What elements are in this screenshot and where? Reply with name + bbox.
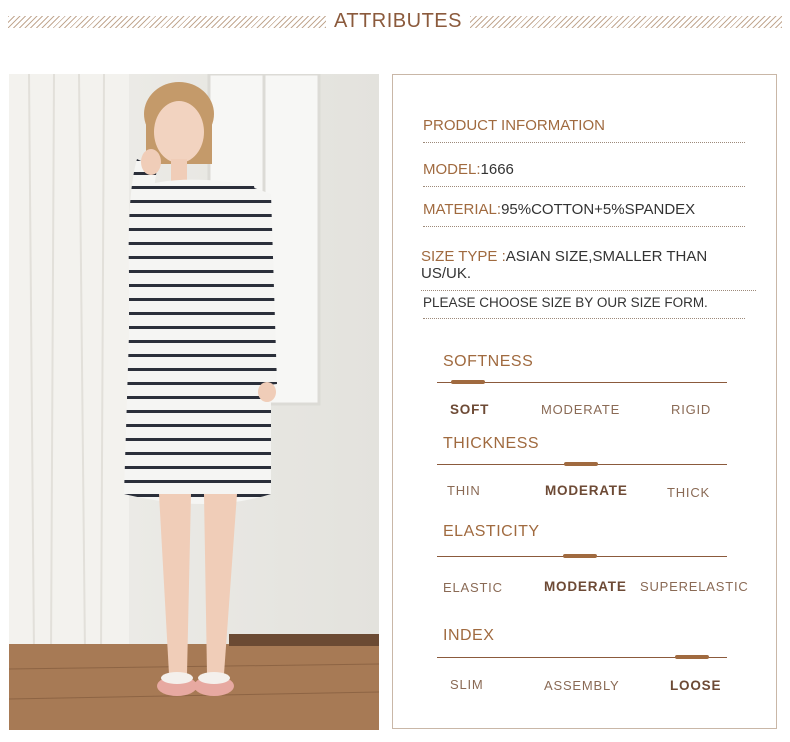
thickness-option-thin: THIN	[447, 483, 481, 498]
index-option-loose: LOOSE	[670, 678, 722, 693]
header-hatch-right	[470, 16, 782, 28]
product-info-panel: PRODUCT INFORMATION MODEL:1666 MATERIAL:…	[392, 74, 777, 729]
model-row: MODEL:1666	[423, 161, 745, 187]
model-label: MODEL:	[423, 161, 481, 178]
softness-option-soft: SOFT	[450, 402, 490, 417]
elasticity-scale	[437, 554, 727, 558]
thickness-scale	[437, 462, 727, 466]
index-option-slim: SLIM	[450, 677, 484, 692]
size-note: PLEASE CHOOSE SIZE BY OUR SIZE FORM.	[423, 295, 745, 319]
elasticity-title: ELASTICITY	[443, 523, 540, 540]
thickness-indicator	[564, 462, 598, 466]
index-indicator	[675, 655, 709, 659]
elasticity-option-superelastic: SUPERELASTIC	[640, 579, 749, 594]
product-info-heading: PRODUCT INFORMATION	[423, 117, 745, 143]
softness-option-rigid: RIGID	[671, 402, 712, 417]
index-scale	[437, 655, 727, 659]
material-row: MATERIAL:95%COTTON+5%SPANDEX	[423, 201, 745, 227]
attributes-header: ATTRIBUTES	[0, 0, 790, 44]
header-hatch-left	[8, 16, 326, 28]
softness-scale	[437, 380, 727, 384]
size-type-label: SIZE TYPE :	[421, 248, 506, 265]
header-title: ATTRIBUTES	[334, 10, 462, 32]
softness-option-moderate: MODERATE	[541, 402, 621, 417]
model-value: 1666	[480, 161, 514, 178]
elasticity-option-moderate: MODERATE	[544, 579, 627, 594]
product-photo	[9, 74, 379, 730]
elasticity-indicator	[563, 554, 597, 558]
elasticity-option-elastic: ELASTIC	[443, 580, 503, 595]
index-option-assembly: ASSEMBLY	[544, 678, 620, 693]
thickness-option-thick: THICK	[667, 485, 710, 500]
softness-indicator	[451, 380, 485, 384]
thickness-title: THICKNESS	[443, 435, 540, 452]
material-label: MATERIAL:	[423, 201, 502, 218]
thickness-option-moderate: MODERATE	[545, 483, 628, 498]
material-value: 95%COTTON+5%SPANDEX	[501, 201, 696, 218]
softness-title: SOFTNESS	[443, 353, 534, 370]
index-title: INDEX	[443, 627, 495, 644]
size-type-row: SIZE TYPE :ASIAN SIZE,SMALLER THAN US/UK…	[421, 248, 756, 291]
model-illustration	[9, 74, 379, 730]
